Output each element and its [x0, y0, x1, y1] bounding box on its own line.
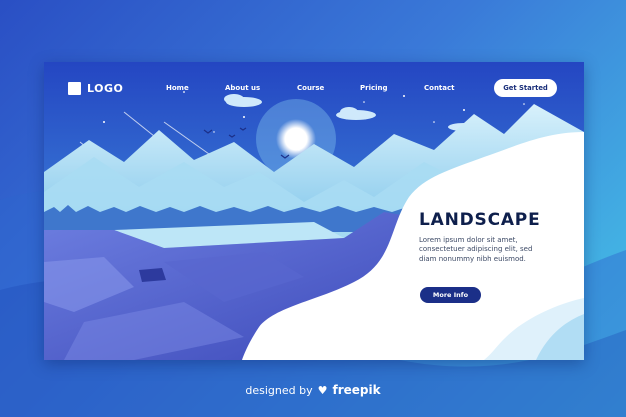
nav-pricing[interactable]: Pricing [360, 84, 388, 92]
credit-prefix: designed by [245, 383, 313, 397]
credit-line: designed by ♥ freepik [0, 383, 626, 397]
credit-brand[interactable]: freepik [333, 383, 381, 397]
nav-course[interactable]: Course [297, 84, 324, 92]
nav-contact[interactable]: Contact [424, 84, 455, 92]
heart-icon: ♥ [317, 383, 328, 397]
landing-card: LOGO Home About us Course Pricing Contac… [44, 62, 584, 360]
more-info-button[interactable]: More Info [420, 287, 481, 303]
hero-title: LANDSCAPE [419, 210, 541, 230]
get-started-button[interactable]: Get Started [494, 79, 557, 97]
nav-about-us[interactable]: About us [225, 84, 260, 92]
hero-body-text: Lorem ipsum dolor sit amet, consectetuer… [419, 236, 533, 263]
nav-home[interactable]: Home [166, 84, 189, 92]
